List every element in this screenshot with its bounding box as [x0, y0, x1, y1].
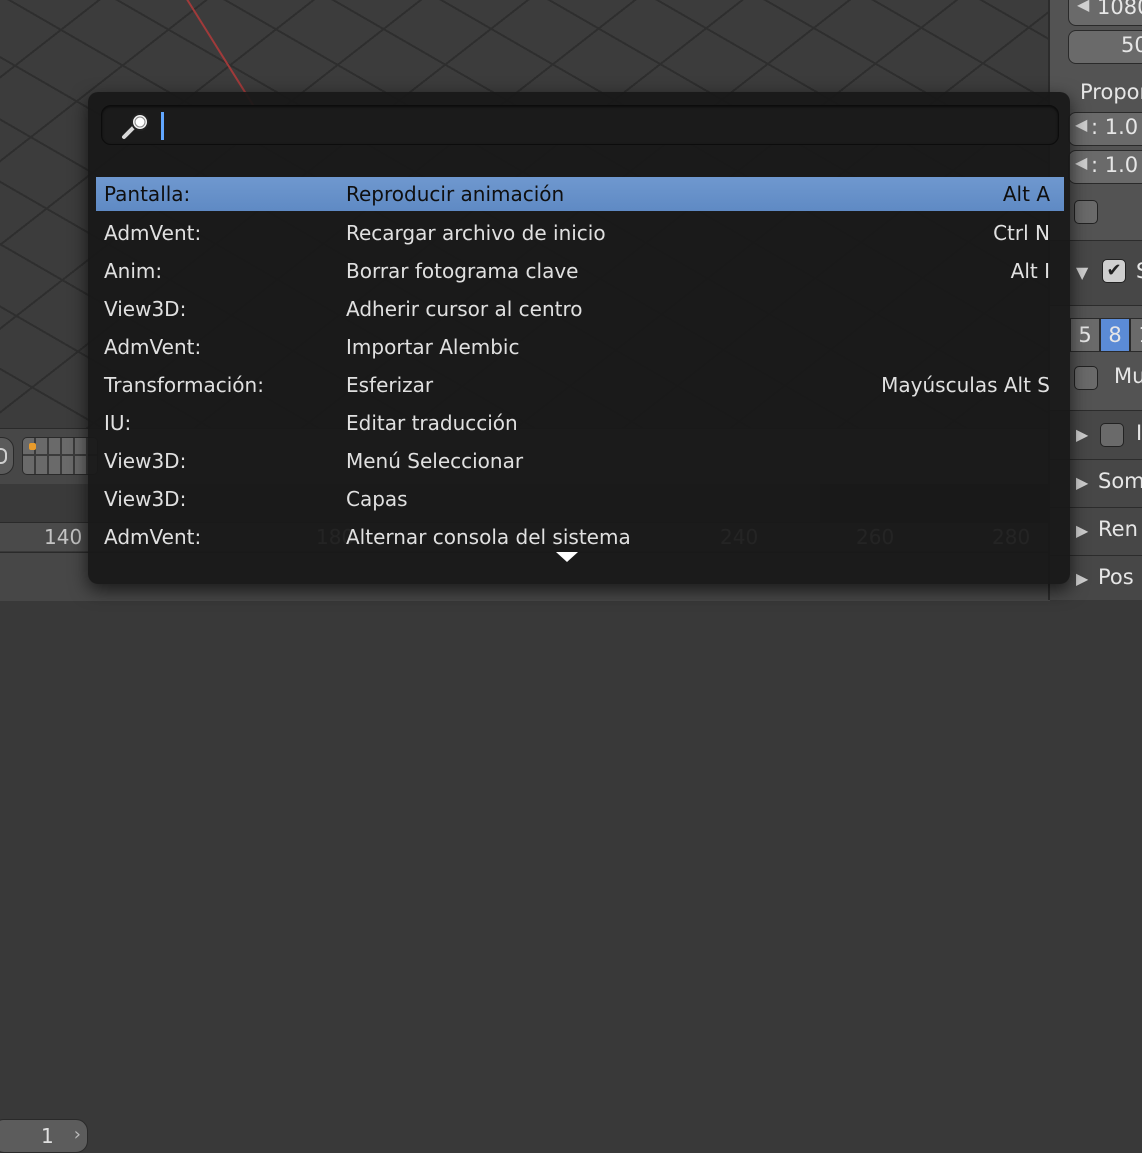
result-command: Borrar fotograma clave	[346, 259, 579, 283]
layer-grid-selector[interactable]	[22, 437, 98, 475]
result-item[interactable]: View3D: Capas	[96, 481, 1064, 519]
search-icon	[122, 113, 149, 139]
chevron-left-icon: ◀	[1075, 153, 1088, 172]
aspect-x-value: : 1.0	[1091, 115, 1139, 139]
result-category: Transformación:	[104, 373, 264, 397]
section-label: Pos	[1098, 565, 1134, 589]
aspect-x-field[interactable]: ◀ : 1.0	[1068, 112, 1142, 146]
result-item[interactable]: IU: Editar traducción	[96, 405, 1064, 443]
resolution-x-value: 1080	[1097, 0, 1142, 19]
result-command: Importar Alembic	[346, 335, 520, 359]
search-input[interactable]	[166, 109, 1030, 141]
result-item[interactable]: AdmVent: Alternar consola del sistema	[96, 519, 1064, 557]
result-category: View3D:	[104, 297, 187, 321]
aspect-y-value: : 1.0	[1091, 153, 1139, 177]
resolution-percent-value: 50	[1121, 33, 1142, 57]
result-command: Capas	[346, 487, 408, 511]
result-category: Anim:	[104, 259, 163, 283]
current-frame-field[interactable]: 1 ›	[0, 1119, 88, 1153]
expand-triangle-icon: ▶	[1076, 425, 1089, 444]
result-command: Esferizar	[346, 373, 434, 397]
expand-triangle-icon: ▶	[1076, 569, 1089, 588]
checkbox[interactable]	[1074, 366, 1098, 390]
checkmark-icon[interactable]: ✔	[1102, 259, 1126, 283]
result-category: AdmVent:	[104, 335, 202, 359]
result-item[interactable]: AdmVent: Importar Alembic	[96, 329, 1064, 367]
section-label: I	[1136, 421, 1142, 445]
result-item[interactable]: Anim: Borrar fotograma clave Alt I	[96, 253, 1064, 291]
current-frame-value: 1	[41, 1124, 54, 1148]
result-category: View3D:	[104, 449, 187, 473]
scroll-down-triangle-icon[interactable]	[556, 552, 578, 562]
result-shortcut: Alt I	[1010, 259, 1050, 283]
result-category: IU:	[104, 411, 132, 435]
section-label: S	[1136, 259, 1142, 283]
result-category: View3D:	[104, 487, 187, 511]
search-field[interactable]	[101, 105, 1059, 145]
aspect-y-field[interactable]: ◀ : 1.0	[1068, 150, 1142, 184]
collapse-triangle-icon: ▼	[1076, 263, 1089, 282]
expand-triangle-icon: ▶	[1076, 521, 1089, 540]
result-command: Menú Seleccionar	[346, 449, 524, 473]
result-command: Alternar consola del sistema	[346, 525, 631, 549]
result-item[interactable]: View3D: Menú Seleccionar	[96, 443, 1064, 481]
chevron-left-icon: ◀	[1075, 115, 1088, 134]
layer-number[interactable]: 5	[1070, 318, 1100, 352]
result-shortcut: Alt A	[1002, 182, 1050, 206]
resolution-x-field[interactable]: ◀ 1080	[1068, 0, 1142, 26]
expand-triangle-icon: ▶	[1076, 473, 1089, 492]
result-item-selected[interactable]: Pantalla: Reproducir animación Alt A	[96, 177, 1064, 211]
result-shortcut: Mayúsculas Alt S	[881, 373, 1050, 397]
result-command: Recargar archivo de inicio	[346, 221, 606, 245]
chevron-right-icon: ›	[73, 1124, 81, 1145]
result-command: Editar traducción	[346, 411, 518, 435]
ruler-tick: 140	[44, 525, 83, 549]
result-shortcut: Ctrl N	[993, 221, 1050, 245]
resolution-percent-field[interactable]: 50	[1068, 30, 1142, 64]
chevron-left-icon: ◀	[1077, 0, 1090, 14]
result-command: Adherir cursor al centro	[346, 297, 583, 321]
result-item[interactable]: View3D: Adherir cursor al centro	[96, 291, 1064, 329]
option-label: Mu	[1114, 364, 1142, 388]
section-label: Ren	[1098, 517, 1138, 541]
checkbox[interactable]	[1100, 423, 1124, 447]
aspect-label: Propor	[1080, 80, 1142, 104]
result-category: AdmVent:	[104, 525, 202, 549]
search-results-list: Pantalla: Reproducir animación Alt A Adm…	[96, 177, 1064, 557]
result-item[interactable]: AdmVent: Recargar archivo de inicio Ctrl…	[96, 215, 1064, 253]
layer-number[interactable]: 1	[1130, 318, 1142, 352]
result-category: Pantalla:	[104, 182, 191, 206]
text-caret	[161, 112, 164, 140]
result-command: Reproducir animación	[346, 182, 565, 206]
result-category: AdmVent:	[104, 221, 202, 245]
result-item[interactable]: Transformación: Esferizar Mayúsculas Alt…	[96, 367, 1064, 405]
checkbox[interactable]	[1074, 200, 1098, 224]
mode-toggle-button[interactable]	[0, 437, 14, 475]
section-label: Som	[1098, 469, 1142, 493]
layer-number-selected[interactable]: 8	[1100, 318, 1130, 352]
